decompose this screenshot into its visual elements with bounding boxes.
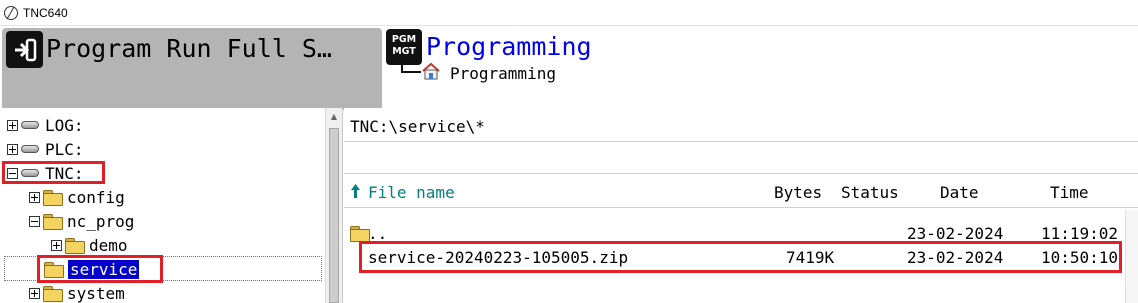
tree-item-label: LOG: (45, 115, 84, 135)
tree-item-label: config (67, 187, 125, 207)
tree-item-label: PLC: (45, 139, 84, 159)
title-bar: TNC640 (0, 0, 1138, 26)
tree-item-config[interactable]: config (29, 186, 125, 208)
column-status[interactable]: Status (841, 183, 899, 202)
sort-ascending-icon (351, 184, 360, 198)
folder-icon (350, 226, 370, 242)
pgm-mgt-icon-line1: PGM (391, 34, 417, 45)
column-date[interactable]: Date (940, 183, 979, 202)
mode-label-program-run: Program Run Full S… (46, 34, 332, 63)
expand-icon[interactable] (29, 287, 40, 299)
tree-item-plc[interactable]: PLC: (7, 138, 84, 160)
mode-label-programming[interactable]: Programming (426, 32, 592, 61)
folder-icon (43, 190, 63, 206)
tree-item-log[interactable]: LOG: (7, 114, 84, 136)
expand-icon[interactable] (7, 119, 18, 131)
window-title: TNC640 (23, 5, 68, 20)
tree-item-nc-prog[interactable]: nc_prog (29, 210, 134, 232)
tree-item-demo[interactable]: demo (51, 234, 128, 256)
filter-field[interactable] (344, 144, 1138, 174)
home-icon (422, 62, 440, 80)
scroll-up-icon[interactable]: ▲ (326, 108, 342, 125)
column-header-row: File name Bytes Status Date Time (344, 176, 1138, 208)
app-logo-icon (4, 5, 18, 20)
file-list-panel: TNC:\service\* File name Bytes Status Da… (344, 108, 1138, 303)
scroll-thumb[interactable] (329, 128, 339, 303)
mode-tab-program-run[interactable]: Program Run Full S… (2, 28, 382, 110)
tree-scrollbar[interactable]: ▲ (325, 108, 342, 303)
sub-mode-label: Programming (450, 64, 556, 83)
pgm-mgt-icon[interactable]: PGM MGT (386, 29, 422, 65)
expand-icon[interactable] (51, 239, 62, 251)
column-time[interactable]: Time (1050, 183, 1089, 202)
highlight-box-service (37, 255, 163, 283)
expand-icon[interactable] (29, 191, 40, 203)
expand-icon[interactable] (7, 143, 18, 155)
tree-connector (401, 62, 421, 73)
tree-item-system[interactable]: system (29, 282, 125, 303)
tree-item-label: system (67, 283, 125, 303)
highlight-box-tnc (2, 161, 105, 184)
mode-header: Program Run Full S… PGM MGT Programming … (0, 26, 1138, 110)
folder-icon (65, 238, 85, 254)
pgm-mgt-icon-line2: MGT (392, 46, 416, 57)
program-run-icon (6, 31, 43, 68)
folder-icon (43, 214, 63, 230)
drive-icon (21, 145, 39, 153)
column-bytes[interactable]: Bytes (774, 183, 822, 202)
tree-item-label: demo (89, 235, 128, 255)
highlight-box-zip-file (359, 241, 1122, 273)
collapse-icon[interactable] (29, 215, 40, 227)
file-list-scrollbar[interactable] (1125, 210, 1138, 303)
tree-item-label: nc_prog (67, 211, 135, 231)
drive-icon (21, 121, 39, 129)
column-file-name[interactable]: File name (368, 183, 455, 202)
path-field[interactable]: TNC:\service\* (344, 112, 1138, 142)
folder-icon (43, 286, 63, 302)
